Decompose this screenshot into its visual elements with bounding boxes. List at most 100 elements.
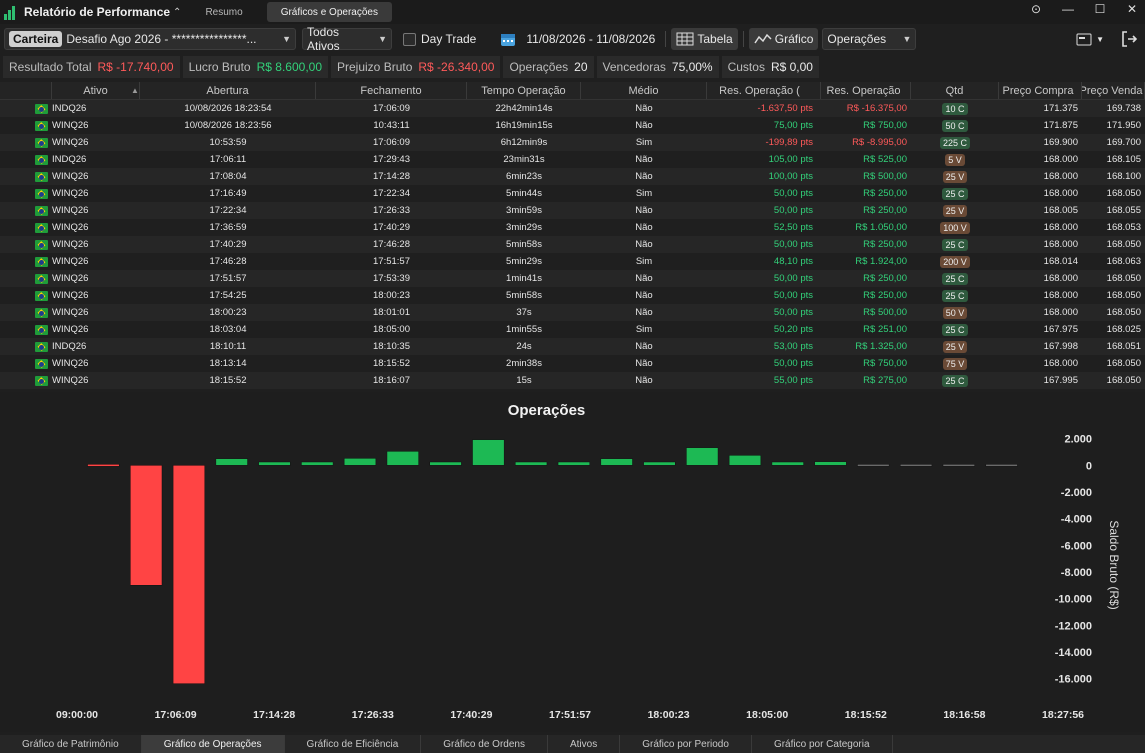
brazil-flag-icon bbox=[35, 290, 48, 301]
cell-text: 168.014 bbox=[1043, 256, 1078, 267]
table-cell: 17:46:28 bbox=[140, 253, 316, 270]
table-row[interactable]: INDQ26 17:06:11 17:29:43 23min31s Não 105,00 … bbox=[0, 151, 1145, 168]
cell-text: Não bbox=[635, 341, 653, 352]
cell-text: Não bbox=[635, 222, 653, 233]
bottom-tab[interactable]: Ativos bbox=[548, 735, 621, 753]
cell-text: 168.000 bbox=[1043, 273, 1078, 284]
cell-text: WINQ26 bbox=[52, 222, 89, 233]
bottom-tab[interactable]: Gráfico de Ordens bbox=[421, 735, 548, 753]
cell-text: 17:54:25 bbox=[209, 290, 247, 301]
bottom-tab[interactable]: Gráfico de Patrimônio bbox=[0, 735, 142, 753]
column-header[interactable]: Preço Venda bbox=[1082, 82, 1145, 99]
table-row[interactable]: INDQ26 18:10:11 18:10:35 24s Não 53,00 pts R$ … bbox=[0, 338, 1145, 355]
flag-cell bbox=[0, 100, 52, 117]
table-cell: R$ 250,00 bbox=[821, 202, 911, 219]
x-tick-label: 17:26:33 bbox=[352, 709, 394, 721]
table-cell: 168.055 bbox=[1082, 202, 1145, 219]
header-flag-column bbox=[0, 82, 52, 99]
table-cell: 17:06:09 bbox=[316, 134, 467, 151]
date-range-picker[interactable]: 11/08/2026 - 11/08/2026 bbox=[495, 28, 660, 50]
x-tick-label: 09:00:00 bbox=[56, 709, 98, 721]
table-cell: 18:15:52 bbox=[140, 372, 316, 389]
table-row[interactable]: WINQ26 18:03:04 18:05:00 1min55s Sim 50,20 pt… bbox=[0, 321, 1145, 338]
column-header[interactable]: Médio bbox=[581, 82, 707, 99]
grafico-button[interactable]: Gráfico bbox=[748, 28, 819, 50]
table-row[interactable]: WINQ26 17:46:28 17:51:57 5min29s Sim 48,10 pt… bbox=[0, 253, 1145, 270]
cell-text: 168.000 bbox=[1043, 358, 1078, 369]
close-icon[interactable]: ✕ bbox=[1125, 2, 1139, 16]
cell-text: R$ 250,00 bbox=[863, 273, 907, 284]
table-row[interactable]: WINQ26 17:36:59 17:40:29 3min29s Não 52,50 pt… bbox=[0, 219, 1145, 236]
cell-text: 171.375 bbox=[1043, 103, 1078, 114]
table-cell: 17:14:28 bbox=[316, 168, 467, 185]
minimize-icon[interactable]: — bbox=[1061, 2, 1075, 16]
table-row[interactable]: WINQ26 17:40:29 17:46:28 5min58s Não 50,00 pt… bbox=[0, 236, 1145, 253]
day-trade-checkbox[interactable]: Day Trade bbox=[398, 28, 481, 50]
assets-select[interactable]: Todos Ativos ▼ bbox=[302, 25, 392, 53]
table-cell: 18:13:14 bbox=[140, 355, 316, 372]
bottom-tabs: Gráfico de Patrimônio Gráfico de Operaçõe… bbox=[0, 735, 1145, 753]
column-header[interactable]: Res. Operação ( bbox=[707, 82, 821, 99]
bottom-tab[interactable]: Gráfico por Periodo bbox=[620, 735, 752, 753]
bottom-tab[interactable]: Gráfico por Categoria bbox=[752, 735, 893, 753]
table-row[interactable]: WINQ26 18:13:14 18:15:52 2min38s Não 50,00 pt… bbox=[0, 355, 1145, 372]
table-row[interactable]: WINQ26 17:08:04 17:14:28 6min23s Não 100,00 p… bbox=[0, 168, 1145, 185]
collapse-caret-icon[interactable]: ⌃ bbox=[173, 7, 181, 18]
table-cell: -1.637,50 pts bbox=[707, 100, 821, 117]
column-header[interactable]: Ativo bbox=[52, 82, 140, 99]
tab-resumo[interactable]: Resumo bbox=[191, 2, 256, 22]
column-header[interactable]: Preço Compra bbox=[999, 82, 1082, 99]
table-row[interactable]: WINQ26 17:51:57 17:53:39 1min41s Não 50,00 pt… bbox=[0, 270, 1145, 287]
chevron-down-icon: ▼ bbox=[282, 34, 291, 44]
cell-text: 17:08:04 bbox=[209, 171, 247, 182]
tabela-button[interactable]: Tabela bbox=[671, 28, 738, 50]
table-row[interactable]: WINQ26 18:00:23 18:01:01 37s Não 50,00 pts R$ … bbox=[0, 304, 1145, 321]
bottom-tab[interactable]: Gráfico de Eficiência bbox=[285, 735, 422, 753]
chart-bar bbox=[600, 458, 633, 466]
account-select[interactable]: Carteira Desafio Ago 2026 - ************… bbox=[4, 28, 296, 50]
cell-text: WINQ26 bbox=[52, 358, 89, 369]
view-select[interactable]: Operações ▼ bbox=[822, 28, 917, 50]
table-cell: 17:36:59 bbox=[140, 219, 316, 236]
logout-button[interactable] bbox=[1115, 28, 1143, 50]
cell-text: 168.105 bbox=[1106, 154, 1141, 165]
chart-bar bbox=[857, 464, 890, 467]
column-header[interactable]: Qtd bbox=[911, 82, 999, 99]
checkbox-box[interactable] bbox=[403, 32, 416, 46]
chevron-down-icon: ▼ bbox=[1096, 34, 1104, 44]
column-header[interactable]: Fechamento bbox=[316, 82, 467, 99]
more-options-icon[interactable]: ⊙ bbox=[1029, 2, 1043, 16]
cell-text: 15s bbox=[516, 375, 532, 386]
table-cell: 171.950 bbox=[1082, 117, 1145, 134]
table-row[interactable]: INDQ26 10/08/2026 18:23:54 17:06:09 22h42mi… bbox=[0, 100, 1145, 117]
export-menu-button[interactable]: ▼ bbox=[1071, 28, 1109, 50]
cell-text: 5min44s bbox=[506, 188, 542, 199]
column-header[interactable]: Tempo Operação bbox=[467, 82, 581, 99]
cell-text: INDQ26 bbox=[52, 154, 87, 165]
table-row[interactable]: WINQ26 10:53:59 17:06:09 6h12min9s Sim -199,8… bbox=[0, 134, 1145, 151]
table-row[interactable]: WINQ26 18:15:52 18:16:07 15s Não 55,00 pts R$ … bbox=[0, 372, 1145, 389]
table-cell: WINQ26 bbox=[52, 202, 140, 219]
bottom-tab[interactable]: Gráfico de Operações bbox=[141, 735, 285, 753]
table-row[interactable]: WINQ26 17:54:25 18:00:23 5min58s Não 50,00 pt… bbox=[0, 287, 1145, 304]
column-header[interactable]: Abertura bbox=[140, 82, 316, 99]
cell-text: 10:43:11 bbox=[373, 120, 410, 131]
brazil-flag-icon bbox=[35, 324, 48, 335]
table-cell: 18:15:52 bbox=[316, 355, 467, 372]
cell-text: 18:15:52 bbox=[373, 358, 410, 369]
table-cell: Não bbox=[581, 236, 707, 253]
column-header[interactable]: Res. Operação bbox=[821, 82, 911, 99]
chart-bar bbox=[771, 461, 804, 466]
table-row[interactable]: WINQ26 17:22:34 17:26:33 3min59s Não 50,00 pt… bbox=[0, 202, 1145, 219]
tab-graficos-operacoes[interactable]: Gráficos e Operações bbox=[266, 2, 392, 22]
table-cell: 10 C bbox=[911, 100, 999, 117]
cell-text: WINQ26 bbox=[52, 290, 89, 301]
table-row[interactable]: WINQ26 10/08/2026 18:23:56 10:43:11 16h19mi… bbox=[0, 117, 1145, 134]
chart-bar bbox=[814, 461, 847, 466]
table-row[interactable]: WINQ26 17:16:49 17:22:34 5min44s Sim 50,00 pt… bbox=[0, 185, 1145, 202]
cell-text: 48,10 pts bbox=[773, 256, 813, 267]
table-cell: R$ 1.325,00 bbox=[821, 338, 911, 355]
table-cell: WINQ26 bbox=[52, 321, 140, 338]
maximize-icon[interactable]: ☐ bbox=[1093, 2, 1107, 16]
table-cell: Não bbox=[581, 355, 707, 372]
